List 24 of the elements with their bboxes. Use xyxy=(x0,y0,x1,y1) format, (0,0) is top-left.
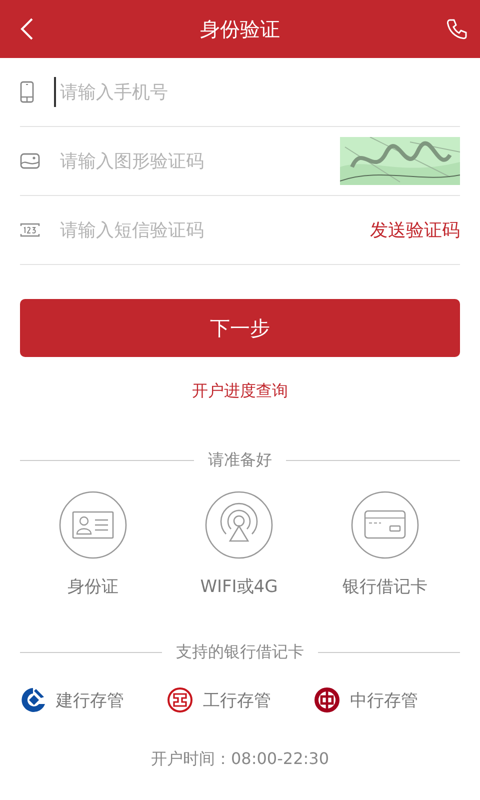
bank-name: 工行存管 xyxy=(203,690,271,712)
requirement-label: 银行借记卡 xyxy=(342,576,428,598)
input-field[interactable]: 请输入短信验证码 xyxy=(54,215,360,245)
input-field[interactable]: 请输入手机号 xyxy=(54,77,460,107)
number-icon xyxy=(20,222,40,238)
bank-name: 中行存管 xyxy=(350,690,418,712)
send-code-link[interactable]: 发送验证码 xyxy=(370,218,460,242)
opening-hours: 开户时间：08:00-22:30 xyxy=(151,749,329,768)
back-icon[interactable] xyxy=(20,17,34,41)
page-title: 身份验证 xyxy=(199,16,281,42)
bank-card-icon xyxy=(351,491,419,559)
phone-icon[interactable] xyxy=(446,18,468,40)
mobile-icon xyxy=(20,81,34,103)
bank-name: 建行存管 xyxy=(56,690,124,712)
section-title: 支持的银行借记卡 xyxy=(176,642,304,663)
image-icon xyxy=(20,153,40,169)
input-field[interactable]: 请输入图形验证码 xyxy=(54,146,330,176)
id-card-icon xyxy=(59,491,127,559)
next-button[interactable]: 下一步 xyxy=(20,299,460,357)
section-title: 请准备好 xyxy=(208,450,272,471)
requirement-label: WIFI或4G xyxy=(200,576,278,598)
antenna-icon xyxy=(205,491,273,559)
progress-link[interactable]: 开户进度查询 xyxy=(192,381,288,402)
requirement-label: 身份证 xyxy=(68,576,118,598)
